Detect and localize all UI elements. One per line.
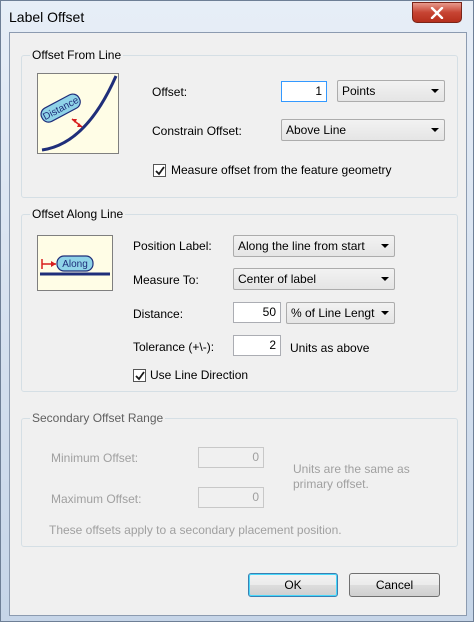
tolerance-input[interactable]: 2 bbox=[233, 335, 281, 356]
chevron-down-icon bbox=[431, 89, 439, 93]
measure-geometry-label: Measure offset from the feature geometry bbox=[171, 163, 392, 177]
along-preview: Along bbox=[37, 235, 113, 291]
cancel-button[interactable]: Cancel bbox=[349, 573, 440, 597]
ok-button[interactable]: OK bbox=[248, 573, 338, 597]
close-button[interactable] bbox=[412, 2, 462, 23]
minimum-offset-label: Minimum Offset: bbox=[51, 451, 139, 465]
secondary-offset-range-title: Secondary Offset Range bbox=[30, 411, 166, 425]
position-label-label: Position Label: bbox=[133, 239, 212, 253]
constrain-offset-value: Above Line bbox=[286, 123, 347, 137]
tolerance-label: Tolerance (+\-): bbox=[133, 340, 215, 354]
distance-units-value: % of Line Lengt bbox=[291, 306, 375, 320]
checkmark-icon bbox=[135, 371, 145, 381]
position-label-value: Along the line from start bbox=[238, 239, 365, 253]
units-note: Units are the same as primary offset. bbox=[293, 462, 410, 491]
offset-units-select[interactable]: Points bbox=[337, 80, 445, 102]
maximum-offset-label: Maximum Offset: bbox=[51, 492, 142, 506]
title-bar: Label Offset bbox=[1, 1, 473, 33]
distance-input[interactable]: 50 bbox=[233, 302, 281, 323]
close-icon bbox=[430, 7, 444, 19]
distance-units-select[interactable]: % of Line Lengt bbox=[286, 302, 395, 324]
offset-from-line-group: Offset From Line Distance Offset: 1 Poin… bbox=[21, 48, 458, 198]
along-preview-graphic: Along bbox=[40, 255, 110, 276]
chevron-down-icon bbox=[381, 311, 389, 315]
position-label-select[interactable]: Along the line from start bbox=[233, 235, 395, 257]
measure-geometry-checkbox[interactable] bbox=[153, 164, 166, 177]
chevron-down-icon bbox=[381, 277, 389, 281]
maximum-offset-input[interactable]: 0 bbox=[198, 487, 264, 508]
dialog-title: Label Offset bbox=[9, 9, 85, 25]
chevron-down-icon bbox=[431, 128, 439, 132]
checkmark-icon bbox=[155, 166, 165, 176]
offset-preview-graphic: Distance bbox=[40, 75, 118, 152]
offset-along-line-group: Offset Along Line Along Position Label: … bbox=[21, 207, 458, 392]
tolerance-units-label: Units as above bbox=[290, 341, 370, 355]
distance-label: Distance: bbox=[133, 307, 184, 321]
constrain-offset-label: Constrain Offset: bbox=[152, 124, 242, 138]
offset-from-line-title: Offset From Line bbox=[30, 48, 124, 62]
offset-label: Offset: bbox=[152, 85, 188, 99]
offset-along-line-title: Offset Along Line bbox=[30, 207, 126, 221]
measure-to-select[interactable]: Center of label bbox=[233, 268, 395, 290]
chevron-down-icon bbox=[381, 244, 389, 248]
offset-preview: Distance bbox=[37, 73, 119, 154]
use-line-direction-checkbox[interactable] bbox=[133, 369, 146, 382]
along-preview-label: Along bbox=[62, 259, 88, 270]
dialog-body: Offset From Line Distance Offset: 1 Poin… bbox=[9, 32, 467, 616]
offset-input[interactable]: 1 bbox=[281, 81, 327, 102]
secondary-offset-range-group: Secondary Offset Range Minimum Offset: 0… bbox=[21, 411, 458, 547]
measure-to-value: Center of label bbox=[238, 272, 317, 286]
use-line-direction-label: Use Line Direction bbox=[150, 368, 249, 382]
measure-to-label: Measure To: bbox=[133, 273, 199, 287]
constrain-offset-select[interactable]: Above Line bbox=[281, 119, 445, 141]
offset-units-value: Points bbox=[342, 84, 376, 98]
minimum-offset-input[interactable]: 0 bbox=[198, 447, 264, 468]
secondary-footer-note: These offsets apply to a secondary place… bbox=[49, 523, 342, 537]
label-offset-dialog: Label Offset Offset From Line Distance O… bbox=[0, 0, 474, 622]
